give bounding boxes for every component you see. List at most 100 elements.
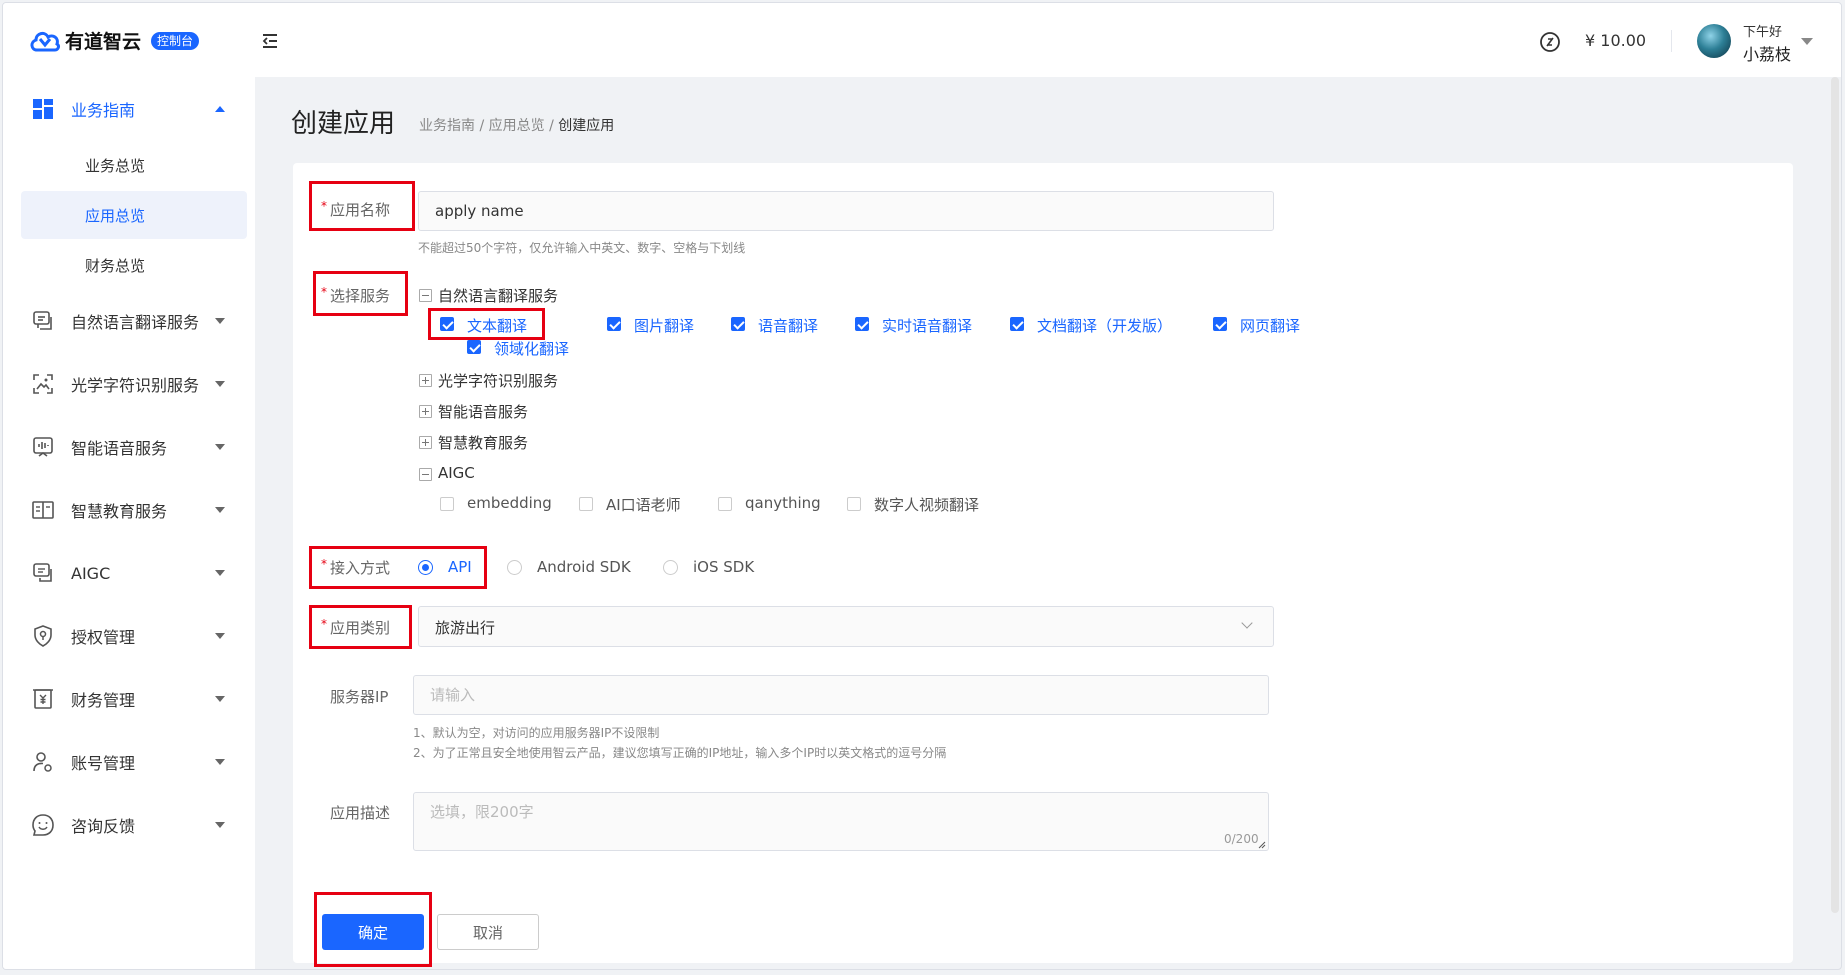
radio-label[interactable]: Android SDK <box>537 558 631 576</box>
logo-text: 有道智云 <box>65 31 142 53</box>
sidebar-item-label: 授权管理 <box>71 628 136 647</box>
server-ip-hint: 2、为了正常且安全地使用智云产品，建议您填写正确的IP地址，输入多个IP时以英文… <box>413 746 947 760</box>
chevron-down-icon <box>215 822 225 828</box>
option-label[interactable]: qanything <box>745 494 821 512</box>
app-name-input[interactable] <box>418 191 1274 231</box>
char-counter: 0/200 <box>1224 832 1259 846</box>
tree-collapse-icon[interactable] <box>419 289 432 302</box>
checkbox-document-translation[interactable] <box>1010 317 1024 331</box>
sidebar-item-label: 咨询反馈 <box>71 817 136 836</box>
sidebar-subitem-label: 财务总览 <box>85 256 146 275</box>
sidebar-item-label: 财务管理 <box>71 691 136 710</box>
option-label[interactable]: 领域化翻译 <box>494 338 569 359</box>
category-select[interactable]: 旅游出行 <box>418 606 1274 647</box>
checkbox-text-translation[interactable] <box>440 317 454 331</box>
cancel-button[interactable]: 取消 <box>437 914 539 950</box>
resize-grip-icon[interactable] <box>1258 841 1266 849</box>
checkbox-qanything[interactable] <box>718 497 732 511</box>
sidebar-item-business-guide[interactable]: 业务指南 <box>3 89 255 129</box>
cloud-logo-icon <box>30 31 60 51</box>
page-scrollbar[interactable] <box>1831 77 1839 913</box>
checkbox-embedding[interactable] <box>440 497 454 511</box>
breadcrumb-item[interactable]: 业务指南 <box>419 118 475 134</box>
sidebar-subitem-app-overview[interactable]: 应用总览 <box>21 191 247 239</box>
sidebar-item-account[interactable]: 账号管理 <box>3 742 255 782</box>
option-label[interactable]: 网页翻译 <box>1240 315 1300 336</box>
chevron-down-icon <box>215 507 225 513</box>
option-label[interactable]: 文本翻译 <box>467 315 527 336</box>
radio-label[interactable]: iOS SDK <box>693 558 754 576</box>
sidebar-item-nlp[interactable]: 自然语言翻译服务 <box>3 301 255 341</box>
sidebar-item-authorization[interactable]: 授权管理 <box>3 616 255 656</box>
option-label[interactable]: 图片翻译 <box>634 315 694 336</box>
category-selected-value: 旅游出行 <box>435 619 496 637</box>
checkbox-speech-translation[interactable] <box>731 317 745 331</box>
checkbox-web-translation[interactable] <box>1213 317 1227 331</box>
breadcrumb: 业务指南 / 应用总览 / 创建应用 <box>419 115 614 135</box>
user-gear-icon <box>33 752 52 772</box>
menu-collapse-icon[interactable] <box>261 32 279 50</box>
option-label[interactable]: 实时语音翻译 <box>882 315 972 336</box>
sidebar-item-label: 业务指南 <box>71 101 136 120</box>
sidebar-item-label: 账号管理 <box>71 754 136 773</box>
sidebar-item-education[interactable]: 智慧教育服务 <box>3 490 255 530</box>
chevron-down-icon <box>215 444 225 450</box>
tree-expand-icon[interactable] <box>419 436 432 449</box>
radio-android-sdk[interactable] <box>507 560 522 575</box>
checkbox-domain-translation[interactable] <box>467 340 481 354</box>
chat-bubbles-icon <box>33 563 52 582</box>
sidebar-subitem-business-overview[interactable]: 业务总览 <box>21 141 247 189</box>
username[interactable]: 小荔枝 <box>1743 41 1791 65</box>
checkbox-image-translation[interactable] <box>607 317 621 331</box>
sidebar-item-label: AIGC <box>71 563 111 583</box>
chevron-up-icon <box>215 106 225 112</box>
top-header: 有道智云 控制台 ¥ 10.00 下午好 小荔枝 <box>3 3 1841 77</box>
tree-group-nlp[interactable]: 自然语言翻译服务 <box>438 285 558 306</box>
checkbox-digital-human-video[interactable] <box>847 497 861 511</box>
option-label[interactable]: 文档翻译（开发版） <box>1037 315 1172 336</box>
tree-expand-icon[interactable] <box>419 405 432 418</box>
console-badge: 控制台 <box>151 31 200 50</box>
book-icon <box>32 501 54 519</box>
sidebar-item-ocr[interactable]: 光学字符识别服务 <box>3 364 255 404</box>
page-title: 创建应用 <box>291 109 396 139</box>
option-label[interactable]: 语音翻译 <box>758 315 818 336</box>
tree-collapse-icon[interactable] <box>419 468 432 481</box>
tree-group-education[interactable]: 智慧教育服务 <box>438 432 528 453</box>
sidebar-item-aigc[interactable]: AIGC <box>3 553 255 593</box>
breadcrumb-current: 创建应用 <box>558 118 615 134</box>
sidebar-item-voice[interactable]: 智能语音服务 <box>3 427 255 467</box>
radio-ios-sdk[interactable] <box>663 560 678 575</box>
option-label[interactable]: 数字人视频翻译 <box>874 494 979 515</box>
user-menu-caret-icon[interactable] <box>1801 38 1813 45</box>
access-label: * 接入方式 <box>321 557 391 577</box>
sidebar-item-finance[interactable]: 财务管理 <box>3 679 255 719</box>
radio-label[interactable]: API <box>448 558 472 576</box>
sidebar-subitem-finance-overview[interactable]: 财务总览 <box>21 241 247 289</box>
option-label[interactable]: embedding <box>467 494 552 512</box>
server-ip-input[interactable] <box>413 675 1269 715</box>
description-textarea[interactable] <box>413 792 1269 851</box>
option-label[interactable]: AI口语老师 <box>606 494 681 515</box>
tree-expand-icon[interactable] <box>419 374 432 387</box>
logo[interactable]: 有道智云 控制台 <box>29 27 200 54</box>
greeting: 下午好 <box>1743 25 1783 40</box>
avatar[interactable] <box>1697 24 1731 58</box>
chat-translate-icon <box>33 311 52 330</box>
breadcrumb-item[interactable]: 应用总览 <box>489 118 545 134</box>
confirm-button[interactable]: 确定 <box>322 914 424 950</box>
tree-group-voice[interactable]: 智能语音服务 <box>438 401 528 422</box>
checkbox-ai-speaking-teacher[interactable] <box>579 497 593 511</box>
app-name-label: * 应用名称 <box>321 199 391 219</box>
coin-icon[interactable] <box>1539 31 1561 53</box>
tree-group-aigc[interactable]: AIGC <box>438 464 475 482</box>
radio-api[interactable] <box>418 560 433 575</box>
server-ip-hint: 1、默认为空，对访问的应用服务器IP不设限制 <box>413 726 660 740</box>
app-window: 有道智云 控制台 ¥ 10.00 下午好 小荔枝 业务指南 业务总览 应用总览 … <box>2 2 1842 970</box>
sidebar-item-label: 自然语言翻译服务 <box>71 313 200 332</box>
description-label: 应用描述 <box>330 804 391 822</box>
tree-group-ocr[interactable]: 光学字符识别服务 <box>438 370 558 391</box>
chevron-down-icon <box>215 318 225 324</box>
checkbox-realtime-speech-translation[interactable] <box>855 317 869 331</box>
sidebar-item-feedback[interactable]: 咨询反馈 <box>3 805 255 845</box>
